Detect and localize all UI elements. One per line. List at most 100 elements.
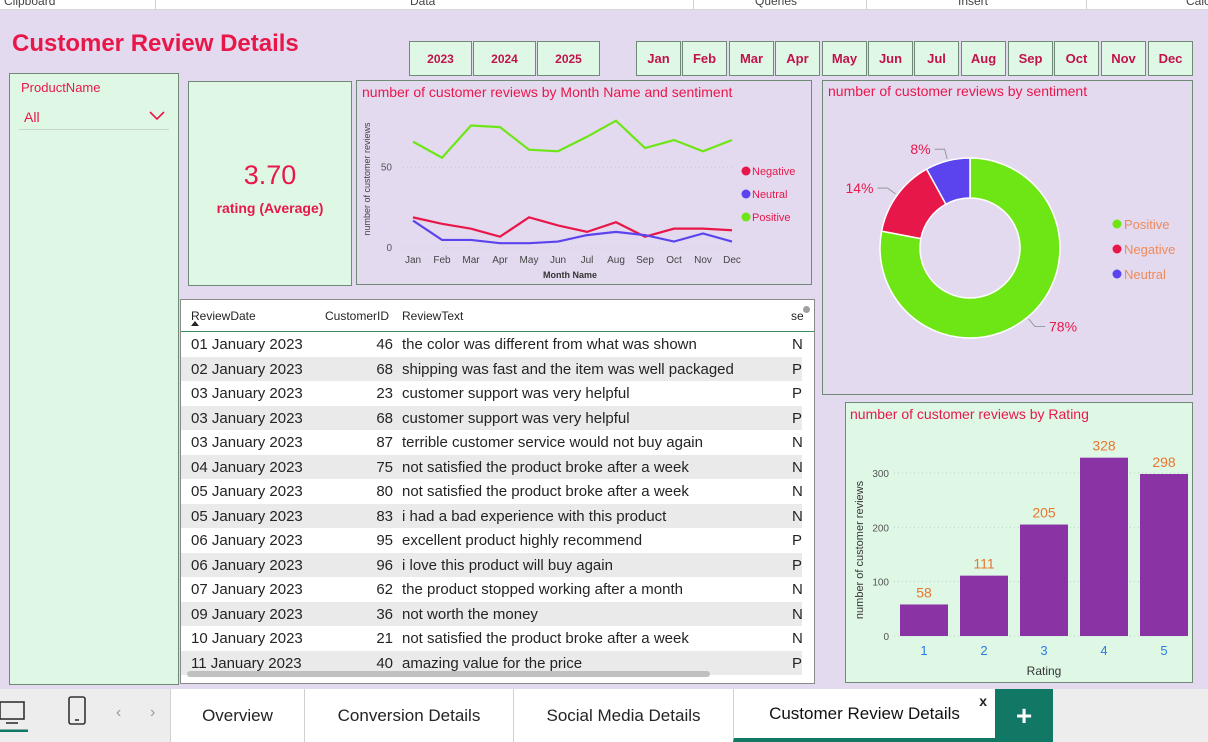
horizontal-scrollbar[interactable] [187,671,710,677]
x-tick-label: Apr [492,255,508,266]
table-row[interactable]: 06 January 2023 96 i love this product wil… [181,552,802,577]
table-row[interactable]: 03 January 2023 23 customer support was ve… [181,381,802,406]
month-button-may[interactable]: May [822,41,867,76]
cell-sentiment: N [792,630,802,647]
page-title: Customer Review Details [12,30,299,57]
legend-marker [1112,244,1122,254]
vertical-scrollbar-thumb[interactable] [803,306,810,313]
legend-label: Negative [752,166,795,178]
month-button-feb[interactable]: Feb [682,41,727,76]
col-header-sentiment[interactable]: se [791,309,804,323]
month-button-apr[interactable]: Apr [775,41,820,76]
month-button-oct[interactable]: Oct [1054,41,1099,76]
legend-marker [741,212,751,222]
scroll-tabs-right-icon[interactable]: › [150,704,155,722]
table-row[interactable]: 01 January 2023 46 the color was different… [181,332,802,357]
y-tick-label: 50 [381,162,393,173]
tab-label: Customer Review Details [769,703,960,723]
col-header-review-text[interactable]: ReviewText [402,309,463,323]
cell-review-date: 02 January 2023 [191,360,303,378]
legend-marker [1112,269,1122,279]
kpi-label: rating (Average) [216,200,324,216]
cell-sentiment: P [792,385,802,402]
month-button-jun[interactable]: Jun [868,41,913,76]
cell-customer-id: 36 [376,605,393,623]
table-row[interactable]: 02 January 2023 68 shipping was fast and t… [181,356,802,381]
x-tick-label: May [520,255,539,266]
y-axis-label: number of customer reviews [854,480,866,619]
month-button-mar[interactable]: Mar [729,41,774,76]
col-header-customer-id[interactable]: CustomerID [325,309,389,323]
table-row[interactable]: 05 January 2023 80 not satisfied the produ… [181,479,802,504]
table-row[interactable]: 03 January 2023 68 customer support was ve… [181,405,802,430]
product-name-dropdown[interactable]: All [19,102,169,130]
cell-review-text: not worth the money [402,605,538,623]
data-label: 8% [910,141,930,157]
data-label: 205 [1032,505,1056,521]
cell-review-text: terrible customer service would not buy … [402,434,703,451]
add-page-button[interactable]: + [995,689,1053,742]
review-table: ReviewDate CustomerID ReviewText se 01 J… [180,299,815,684]
month-button-sep[interactable]: Sep [1008,41,1053,76]
chevron-down-icon [149,111,165,121]
year-button-2025[interactable]: 2025 [537,41,600,76]
y-tick-label: 0 [883,632,889,643]
month-button-jan[interactable]: Jan [636,41,681,76]
x-tick-label: Jun [550,255,566,266]
cell-sentiment: N [792,507,802,525]
month-button-nov[interactable]: Nov [1101,41,1146,76]
month-button-jul[interactable]: Jul [914,41,959,76]
x-tick-label: Jan [405,255,421,266]
mobile-view-icon[interactable] [66,696,88,726]
close-tab-icon[interactable]: x [979,693,987,709]
month-button-dec[interactable]: Dec [1148,41,1193,76]
cell-review-date: 10 January 2023 [191,630,303,647]
ribbon-group-calc[interactable]: Calc [1186,0,1208,8]
x-tick-label: Nov [694,255,712,266]
table-row[interactable]: 07 January 2023 62 the product stopped wor… [181,577,802,602]
tab-overview[interactable]: Overview [170,689,304,742]
table-row[interactable]: 05 January 2023 83 i had a bad experience … [181,503,802,528]
cell-sentiment: N [792,434,802,451]
x-tick-label: 3 [1040,643,1047,658]
cell-sentiment: P [792,532,802,549]
cell-review-date: 01 January 2023 [191,336,303,353]
table-row[interactable]: 06 January 2023 95 excellent product highl… [181,528,802,553]
month-button-aug[interactable]: Aug [961,41,1006,76]
col-header-review-date[interactable]: ReviewDate [191,309,256,323]
table-row[interactable]: 09 January 2023 36 not worth the money N [181,601,802,626]
desktop-view-icon[interactable] [0,698,28,732]
x-tick-label: Jul [581,255,594,266]
tab-conversion-details[interactable]: Conversion Details [304,689,513,742]
cell-sentiment: P [792,409,802,427]
bar-rating-2 [960,575,1008,636]
cell-review-text: shipping was fast and the item was well … [402,360,734,378]
x-axis-label: Month Name [543,270,597,280]
ribbon-group-data[interactable]: Data [410,0,435,8]
year-button-2024[interactable]: 2024 [473,41,536,76]
cell-sentiment: P [792,654,802,672]
tab-customer-review-details[interactable]: Customer Review Details x [733,689,995,742]
legend-label: Positive [1124,217,1170,232]
cell-sentiment: N [792,581,802,598]
ribbon-group-queries[interactable]: Queries [755,0,797,8]
cell-review-date: 06 January 2023 [191,556,303,574]
table-header: ReviewDate CustomerID ReviewText se [181,300,814,332]
year-button-2023[interactable]: 2023 [409,41,472,76]
table-row[interactable]: 03 January 2023 87 terrible customer servi… [181,430,802,455]
cell-review-text: the color was different from what was sh… [402,336,697,353]
cell-review-date: 05 January 2023 [191,507,303,525]
x-tick-label: Sep [636,255,654,266]
data-label: 78% [1049,319,1077,335]
ribbon-group-clipboard[interactable]: Clipboard [4,0,55,8]
table-row[interactable]: 10 January 2023 21 not satisfied the produ… [181,626,802,651]
legend-label: Positive [752,212,791,224]
cell-review-text: i love this product will buy again [402,556,613,574]
bar-rating-1 [900,604,948,636]
scroll-tabs-left-icon[interactable]: ‹ [116,704,121,722]
tab-social-media-details[interactable]: Social Media Details [513,689,733,742]
ribbon-group-insert[interactable]: Insert [958,0,988,8]
table-row[interactable]: 04 January 2023 75 not satisfied the produ… [181,454,802,479]
data-label: 58 [916,584,932,600]
cell-review-text: i had a bad experience with this product [402,507,667,525]
